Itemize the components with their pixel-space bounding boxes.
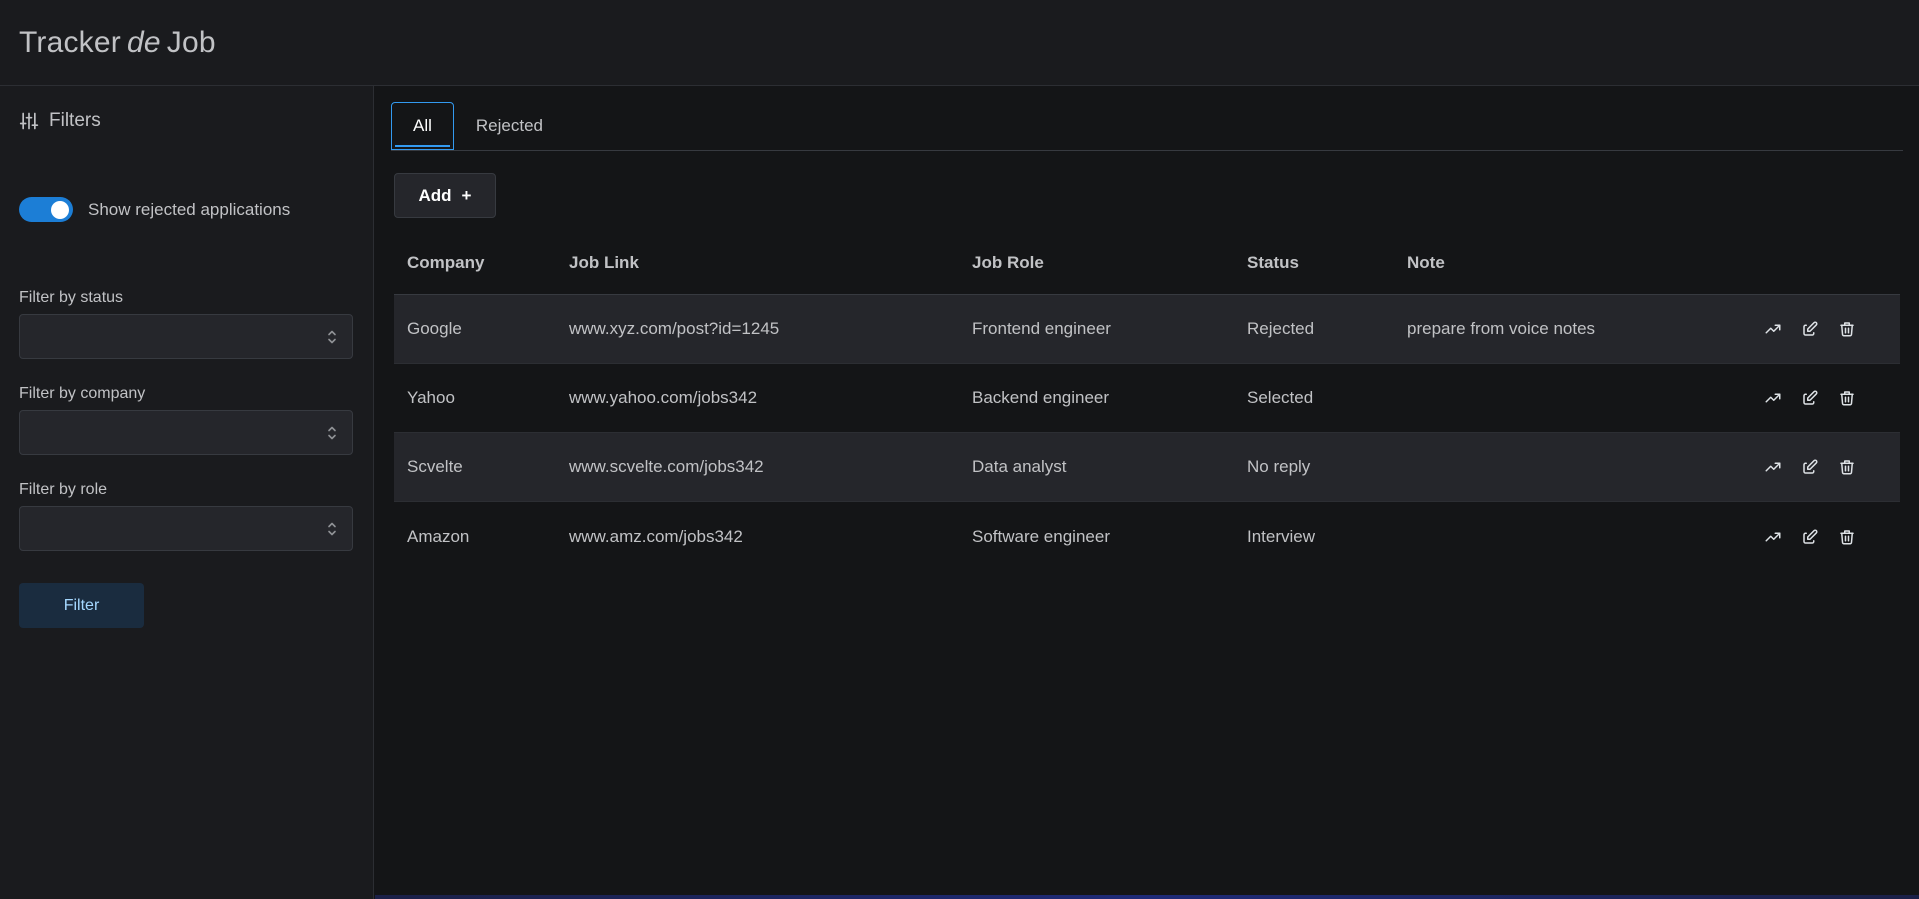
status-filter-group: Filter by status — [19, 289, 353, 359]
show-rejected-label: Show rejected applications — [88, 199, 291, 219]
edit-icon[interactable] — [1801, 528, 1819, 546]
cell-company: Amazon — [407, 526, 470, 546]
trash-icon[interactable] — [1838, 320, 1856, 338]
filter-button[interactable]: Filter — [19, 583, 144, 628]
header-job-link: Job Link — [569, 252, 639, 272]
cell-status: No reply — [1247, 457, 1311, 476]
cell-job-link: www.xyz.com/post?id=1245 — [569, 319, 780, 338]
cell-job-link: www.scvelte.com/jobs342 — [569, 457, 764, 476]
company-filter-group: Filter by company — [19, 385, 353, 455]
title-right: Job — [166, 25, 216, 59]
filters-label: Filters — [49, 110, 101, 131]
plus-icon: + — [461, 185, 472, 205]
header-company: Company — [407, 252, 485, 272]
company-filter-select[interactable] — [19, 410, 353, 455]
cell-note: prepare from voice notes — [1407, 319, 1596, 338]
add-button[interactable]: Add + — [394, 173, 496, 218]
adjustments-icon — [19, 112, 39, 130]
role-filter-select[interactable] — [19, 506, 353, 551]
jobs-table: Company Job Link Job Role Status Note Go… — [394, 231, 1900, 571]
table-row: Amazon www.amz.com/jobs342 Software engi… — [394, 502, 1900, 571]
row-actions — [1750, 458, 1900, 476]
show-rejected-row: Show rejected applications — [19, 197, 290, 222]
cell-status: Selected — [1247, 388, 1314, 407]
add-button-label: Add — [418, 185, 452, 205]
trash-icon[interactable] — [1838, 528, 1856, 546]
table-header: Company Job Link Job Role Status Note — [394, 231, 1900, 295]
cell-job-role: Data analyst — [972, 457, 1067, 476]
trash-icon[interactable] — [1838, 389, 1856, 407]
cell-company: Yahoo — [407, 388, 455, 407]
main-content: All Rejected Add + Company Job Link Job … — [375, 86, 1919, 899]
header-job-role: Job Role — [972, 252, 1044, 272]
edit-icon[interactable] — [1801, 320, 1819, 338]
edit-icon[interactable] — [1801, 389, 1819, 407]
table-row: Google www.xyz.com/post?id=1245 Frontend… — [394, 295, 1900, 364]
cell-job-role: Backend engineer — [972, 388, 1110, 407]
cell-status: Interview — [1247, 526, 1316, 546]
cell-job-link: www.amz.com/jobs342 — [569, 526, 743, 546]
title-left: Tracker — [19, 25, 121, 59]
table-row: Yahoo www.yahoo.com/jobs342 Backend engi… — [394, 364, 1900, 433]
tab-rejected[interactable]: Rejected — [454, 102, 565, 150]
row-actions — [1750, 389, 1900, 407]
show-rejected-toggle[interactable] — [19, 197, 73, 222]
role-filter-group: Filter by role — [19, 481, 353, 551]
trend-icon[interactable] — [1764, 458, 1782, 476]
selector-icon — [328, 426, 336, 440]
role-filter-label: Filter by role — [19, 481, 108, 498]
trend-icon[interactable] — [1764, 320, 1782, 338]
header-status: Status — [1247, 252, 1299, 272]
cell-job-role: Frontend engineer — [972, 319, 1111, 338]
tab-list: All Rejected — [391, 102, 1903, 151]
title-mid: de — [126, 25, 161, 59]
status-filter-select[interactable] — [19, 314, 353, 359]
selector-icon — [328, 522, 336, 536]
cell-job-role: Software engineer — [972, 526, 1110, 546]
trash-icon[interactable] — [1838, 458, 1856, 476]
cell-company: Scvelte — [407, 457, 463, 476]
status-filter-label: Filter by status — [19, 289, 124, 306]
trend-icon[interactable] — [1764, 389, 1782, 407]
bottom-accent-bar — [375, 895, 1919, 899]
filters-heading: Filters — [19, 110, 101, 132]
cell-job-link: www.yahoo.com/jobs342 — [569, 388, 758, 407]
row-actions — [1750, 320, 1900, 338]
row-actions — [1750, 528, 1900, 546]
cell-company: Google — [407, 319, 462, 338]
selector-icon — [328, 330, 336, 344]
app-header: Tracker de Job — [0, 0, 1919, 86]
table-row: Scvelte www.scvelte.com/jobs342 Data ana… — [394, 433, 1900, 502]
cell-status: Rejected — [1247, 319, 1315, 338]
header-note: Note — [1407, 252, 1445, 272]
tab-all[interactable]: All — [391, 102, 454, 150]
toggle-knob — [51, 200, 69, 219]
trend-icon[interactable] — [1764, 528, 1782, 546]
app-title: Tracker de Job — [19, 26, 216, 60]
edit-icon[interactable] — [1801, 458, 1819, 476]
sidebar: Filters Show rejected applications Filte… — [0, 86, 374, 899]
company-filter-label: Filter by company — [19, 385, 146, 402]
